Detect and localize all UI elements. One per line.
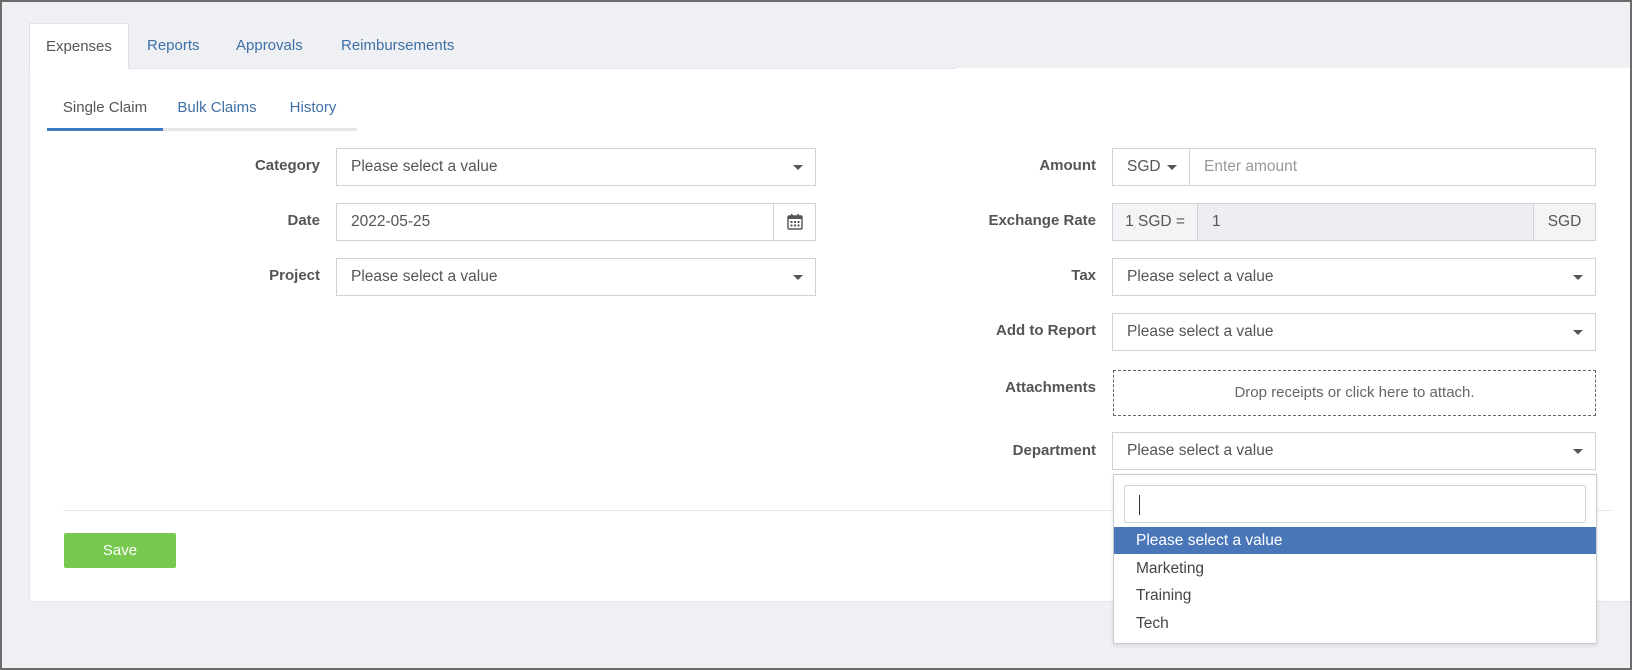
tax-value: Please select a value — [1127, 268, 1274, 285]
project-label: Project — [269, 267, 320, 284]
currency-select[interactable]: SGD — [1112, 148, 1190, 186]
amount-input[interactable]: Enter amount — [1189, 148, 1596, 186]
exchange-rate-input: 1 — [1197, 203, 1534, 241]
add-to-report-value: Please select a value — [1127, 323, 1274, 340]
subtab-bulk-claims[interactable]: Bulk Claims — [172, 92, 262, 132]
chevron-down-icon — [793, 165, 803, 170]
exchange-rate-prefix: 1 SGD = — [1112, 203, 1198, 241]
date-label: Date — [287, 212, 320, 229]
date-value: 2022-05-25 — [351, 213, 431, 230]
currency-value: SGD — [1127, 158, 1161, 175]
date-input[interactable]: 2022-05-25 — [336, 203, 774, 241]
dropdown-option[interactable]: Marketing — [1114, 555, 1596, 582]
department-value: Please select a value — [1127, 442, 1274, 459]
chevron-down-icon — [1573, 449, 1583, 454]
tab-divider — [128, 68, 956, 69]
dropdown-option[interactable]: Tech — [1114, 610, 1596, 637]
add-to-report-label: Add to Report — [996, 322, 1096, 339]
attachments-dropzone[interactable]: Drop receipts or click here to attach. — [1113, 370, 1596, 416]
department-dropdown: Please select a value Marketing Training… — [1113, 474, 1597, 644]
exchange-rate-label: Exchange Rate — [988, 212, 1096, 229]
project-value: Please select a value — [351, 268, 498, 285]
tab-expenses[interactable]: Expenses — [29, 23, 129, 70]
calendar-icon — [787, 214, 803, 230]
department-label: Department — [1012, 442, 1096, 459]
tab-reimbursements[interactable]: Reimbursements — [341, 23, 454, 69]
tax-label: Tax — [1071, 267, 1096, 284]
dropdown-option[interactable]: Training — [1114, 582, 1596, 609]
amount-label: Amount — [1039, 157, 1096, 174]
chevron-down-icon — [1573, 275, 1583, 280]
category-value: Please select a value — [351, 158, 498, 175]
category-select[interactable]: Please select a value — [336, 148, 816, 186]
chevron-down-icon — [1573, 330, 1583, 335]
amount-placeholder: Enter amount — [1204, 158, 1298, 175]
chevron-down-icon — [793, 275, 803, 280]
subtab-single-claim[interactable]: Single Claim — [47, 92, 163, 132]
exchange-rate-suffix: SGD — [1533, 203, 1596, 241]
add-to-report-select[interactable]: Please select a value — [1112, 313, 1596, 351]
calendar-button[interactable] — [773, 203, 816, 241]
save-button[interactable]: Save — [64, 533, 176, 568]
category-label: Category — [254, 157, 320, 174]
dropdown-search-input[interactable] — [1124, 485, 1586, 523]
text-cursor — [1139, 495, 1140, 515]
dropdown-option[interactable]: Please select a value — [1114, 527, 1596, 554]
chevron-down-icon — [1167, 165, 1177, 170]
subtab-history[interactable]: History — [283, 92, 343, 132]
department-select[interactable]: Please select a value — [1112, 432, 1596, 470]
exchange-rate-value: 1 — [1212, 213, 1221, 230]
tab-reports[interactable]: Reports — [147, 23, 200, 69]
tab-approvals[interactable]: Approvals — [236, 23, 303, 69]
attachments-label: Attachments — [1005, 379, 1096, 396]
project-select[interactable]: Please select a value — [336, 258, 816, 296]
tax-select[interactable]: Please select a value — [1112, 258, 1596, 296]
